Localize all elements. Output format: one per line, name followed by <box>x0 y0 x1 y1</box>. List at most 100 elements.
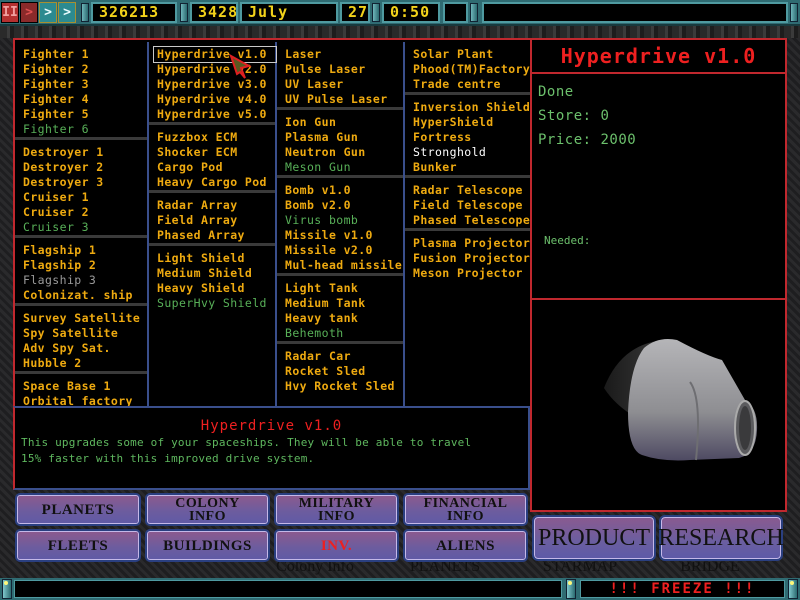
invention-list-item[interactable]: Mul-head missile <box>285 258 403 273</box>
invention-list-item[interactable]: Hyperdrive v5.0 <box>157 107 275 122</box>
invention-list-item[interactable]: Hyperdrive v2.0 <box>157 62 275 77</box>
colony-info-button[interactable]: COLONY INFO <box>145 493 270 526</box>
list-group: Flagship 1 Flagship 2 Flagship 3 Colonizat.… <box>15 238 147 306</box>
invention-list-item[interactable]: Spy Satellite <box>23 326 147 341</box>
invention-list-item[interactable]: Fighter 2 <box>23 62 147 77</box>
invention-list-item[interactable]: Fuzzbox ECM <box>157 130 275 145</box>
detail-store: Store: 0 <box>538 108 610 124</box>
buildings-button[interactable]: BUILDINGS <box>145 529 270 562</box>
invention-list-item[interactable]: Cruiser 3 <box>23 220 147 235</box>
invention-list-item[interactable]: Heavy Cargo Pod <box>157 175 275 190</box>
invention-list-item[interactable]: Flagship 1 <box>23 243 147 258</box>
aliens-button[interactable]: ALIENS <box>403 529 528 562</box>
pause-button[interactable]: II <box>1 2 19 23</box>
invention-list-item[interactable]: Meson Gun <box>285 160 403 175</box>
invention-list-item[interactable]: Cruiser 2 <box>23 205 147 220</box>
invention-list-item[interactable]: Fighter 3 <box>23 77 147 92</box>
research-button[interactable]: RESEARCH <box>658 515 784 561</box>
research-label: RESEARCH <box>658 524 784 551</box>
pause-icon: II <box>2 5 18 20</box>
invention-list-item[interactable]: Plasma Projector <box>413 236 532 251</box>
invention-list-item[interactable]: Light Tank <box>285 281 403 296</box>
invention-list-item[interactable]: Survey Satellite <box>23 311 147 326</box>
invention-list-item[interactable]: Destroyer 3 <box>23 175 147 190</box>
invention-list-item[interactable]: Virus bomb <box>285 213 403 228</box>
invention-list-item[interactable]: Neutron Gun <box>285 145 403 160</box>
invention-list-item[interactable]: SuperHvy Shield <box>157 296 275 311</box>
invention-list-item[interactable]: Bomb v1.0 <box>285 183 403 198</box>
invention-list-item[interactable]: Heavy Shield <box>157 281 275 296</box>
invention-list-item[interactable]: Missile v1.0 <box>285 228 403 243</box>
invention-list-item[interactable]: Cargo Pod <box>157 160 275 175</box>
message-display <box>482 2 788 23</box>
invention-list-item[interactable]: Meson Projector <box>413 266 532 281</box>
invention-list-item[interactable]: Fighter 1 <box>23 47 147 62</box>
invention-list-item[interactable]: Inversion Shield <box>413 100 532 115</box>
invention-list-item[interactable]: Space Base 1 <box>23 379 147 394</box>
invention-list-item[interactable]: Hyperdrive v3.0 <box>157 77 275 92</box>
invention-list-item[interactable]: HyperShield <box>413 115 532 130</box>
invention-list-item[interactable]: Fighter 4 <box>23 92 147 107</box>
invention-list-item[interactable]: UV Laser <box>285 77 403 92</box>
invention-list-item[interactable]: Field Array <box>157 213 275 228</box>
fast-speed-button[interactable]: > <box>39 2 57 23</box>
list-column-ships: Fighter 1 Fighter 2 Fighter 3 Fighter 4 Figh… <box>15 42 149 438</box>
list-group: Radar Array Field Array Phased Array <box>149 193 275 246</box>
invention-list-item[interactable]: Radar Telescope <box>413 183 532 198</box>
invention-list-item[interactable]: Trade centre <box>413 77 532 92</box>
invention-list-item[interactable]: Rocket Sled <box>285 364 403 379</box>
invention-list-item[interactable]: Light Shield <box>157 251 275 266</box>
fleets-button[interactable]: FLEETS <box>15 529 141 562</box>
invention-list-item[interactable]: Hyperdrive v1.0 <box>153 46 277 63</box>
invention-list-item[interactable]: Radar Car <box>285 349 403 364</box>
invention-list-item[interactable]: Solar Plant <box>413 47 532 62</box>
list-column-weapons: Laser Pulse Laser UV Laser UV Pulse Laser Io… <box>277 42 405 406</box>
invention-list-item[interactable]: Hubble 2 <box>23 356 147 371</box>
invention-list-item[interactable]: Radar Array <box>157 198 275 213</box>
invention-list-item[interactable]: Destroyer 2 <box>23 160 147 175</box>
invention-list-item[interactable]: Hvy Rocket Sled <box>285 379 403 394</box>
list-group: Light Tank Medium Tank Heavy tank Behemoth <box>277 276 403 344</box>
list-group: Solar Plant Phood(TM)Factory Trade centre <box>405 42 532 95</box>
invention-list-item[interactable]: Behemoth <box>285 326 403 341</box>
invention-list-item[interactable]: Fusion Projector <box>413 251 532 266</box>
invention-list-item[interactable]: UV Pulse Laser <box>285 92 403 107</box>
invention-list-item[interactable]: Phood(TM)Factory <box>413 62 532 77</box>
invention-list-item[interactable]: Flagship 2 <box>23 258 147 273</box>
invention-list-item[interactable]: Pulse Laser <box>285 62 403 77</box>
product-button[interactable]: PRODUCT <box>532 515 656 561</box>
invention-list-item[interactable]: Destroyer 1 <box>23 145 147 160</box>
play-button[interactable]: > <box>20 2 38 23</box>
divider-knob <box>470 3 478 22</box>
inventions-button[interactable]: INV. <box>274 529 399 562</box>
invention-list-item[interactable]: Heavy tank <box>285 311 403 326</box>
invention-list-item[interactable]: Fighter 6 <box>23 122 147 137</box>
invention-list-item[interactable]: Missile v2.0 <box>285 243 403 258</box>
invention-list-item[interactable]: Cruiser 1 <box>23 190 147 205</box>
planets-button[interactable]: PLANETS <box>15 493 141 526</box>
invention-list-item[interactable]: Flagship 3 <box>23 273 147 288</box>
invention-list-item[interactable]: Medium Shield <box>157 266 275 281</box>
invention-list-item[interactable]: Bomb v2.0 <box>285 198 403 213</box>
detail-needed-label: Needed: <box>544 234 591 247</box>
faster-speed-button[interactable]: > <box>58 2 76 23</box>
invention-list-item[interactable]: Adv Spy Sat. <box>23 341 147 356</box>
invention-list-item[interactable]: Laser <box>285 47 403 62</box>
military-info-button[interactable]: MILITARY INFO <box>274 493 399 526</box>
invention-list-item[interactable]: Hyperdrive v4.0 <box>157 92 275 107</box>
invention-list-item[interactable]: Plasma Gun <box>285 130 403 145</box>
invention-list-item[interactable]: Field Telescope <box>413 198 532 213</box>
detail-price: Price: 2000 <box>538 132 637 148</box>
invention-list-item[interactable]: Ion Gun <box>285 115 403 130</box>
invention-list-item[interactable]: Fortress <box>413 130 532 145</box>
invention-list-item[interactable]: Phased Array <box>157 228 275 243</box>
invention-list-item[interactable]: Fighter 5 <box>23 107 147 122</box>
invention-list-item[interactable]: Medium Tank <box>285 296 403 311</box>
invention-list-item[interactable]: Shocker ECM <box>157 145 275 160</box>
invention-list-item[interactable]: Colonizat. ship <box>23 288 147 303</box>
financial-info-button[interactable]: FINANCIAL INFO <box>403 493 528 526</box>
invention-list-item[interactable]: Stronghold <box>413 145 532 160</box>
invention-list-item[interactable]: Bunker <box>413 160 532 175</box>
invention-list-item[interactable]: Phased Telescope <box>413 213 532 228</box>
fleets-label: FLEETS <box>47 537 109 554</box>
